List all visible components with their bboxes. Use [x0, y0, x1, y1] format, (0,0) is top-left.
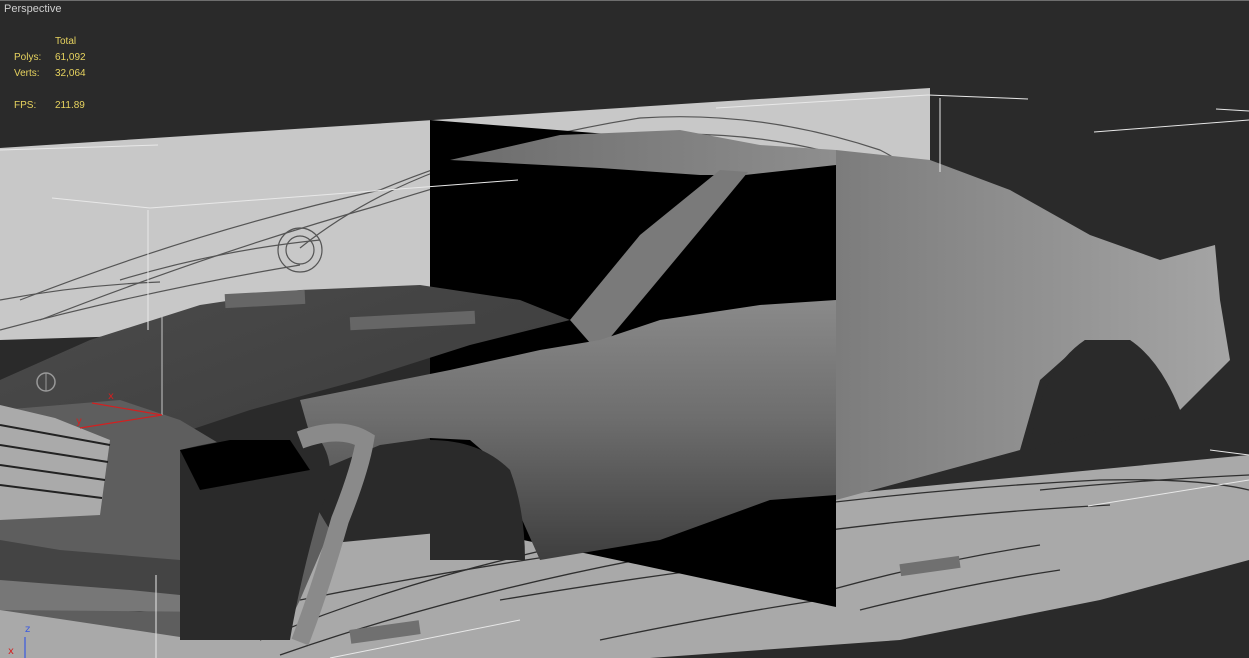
fps-value: 211.89	[55, 100, 85, 111]
viewport-label[interactable]: Perspective	[4, 3, 61, 15]
stats-header: Total	[55, 36, 77, 47]
verts-label: Verts:	[14, 68, 40, 79]
gizmo-z-label: z	[158, 303, 163, 313]
gizmo-y-label: y	[76, 416, 82, 427]
gizmo-x-label: x	[108, 391, 114, 402]
viewport-3d-scene[interactable]	[0, 0, 1249, 658]
perspective-viewport[interactable]: x y z z x Perspective Total Polys: 61,09…	[0, 0, 1249, 658]
polys-label: Polys:	[14, 52, 42, 63]
polys-value: 61,092	[55, 52, 86, 63]
tripod-z-label: z	[25, 624, 31, 635]
tripod-x-label: x	[8, 646, 14, 657]
fps-label: FPS:	[14, 100, 37, 111]
verts-value: 32,064	[55, 68, 86, 79]
